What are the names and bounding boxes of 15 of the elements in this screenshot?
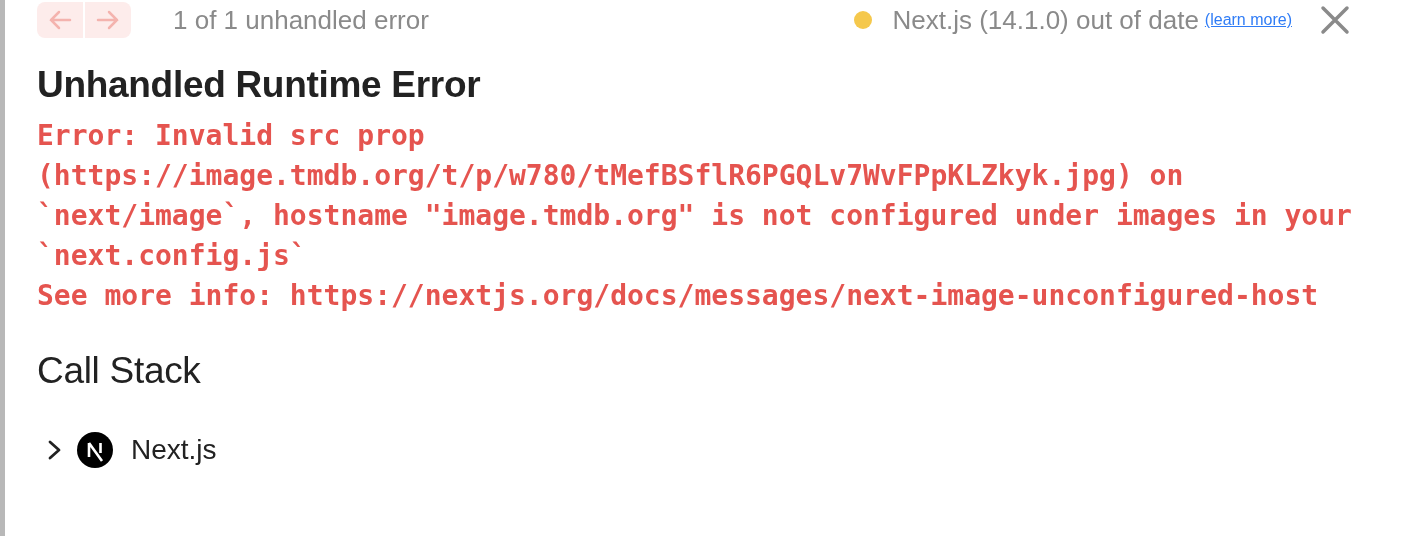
error-title: Unhandled Runtime Error bbox=[37, 64, 482, 106]
status-dot bbox=[854, 11, 873, 29]
frame-label: Next.js bbox=[131, 434, 217, 466]
learn-more-link[interactable]: (learn more) bbox=[1204, 11, 1292, 29]
error-message: See more info: https://nextjs.org/docs/messages/next-image-unconfigured-host bbox=[37, 278, 1320, 314]
arrow-left-icon bbox=[48, 10, 72, 30]
expand-toggle[interactable] bbox=[47, 439, 63, 461]
chevron-icon bbox=[47, 439, 63, 461]
logo-icon bbox=[77, 432, 113, 468]
error-message: Error: Invalid src prop (https://image.tmdb.org/t/p/w780/tMefBSflR6PGQLv7WvFPpKLZkyk.jpg) on `next/image`, hostname "image.tmdb.org" is not configured under images in your `next.config.js` bbox=[37, 118, 1353, 274]
error-count: 1 of 1 unhandled error bbox=[173, 4, 430, 36]
version-notice: Next.js (14.1.0) out of date bbox=[892, 4, 1199, 36]
call-stack-heading: Call Stack bbox=[37, 350, 202, 392]
arrow-right-icon bbox=[96, 10, 120, 30]
close-icon[interactable] bbox=[1320, 5, 1350, 35]
